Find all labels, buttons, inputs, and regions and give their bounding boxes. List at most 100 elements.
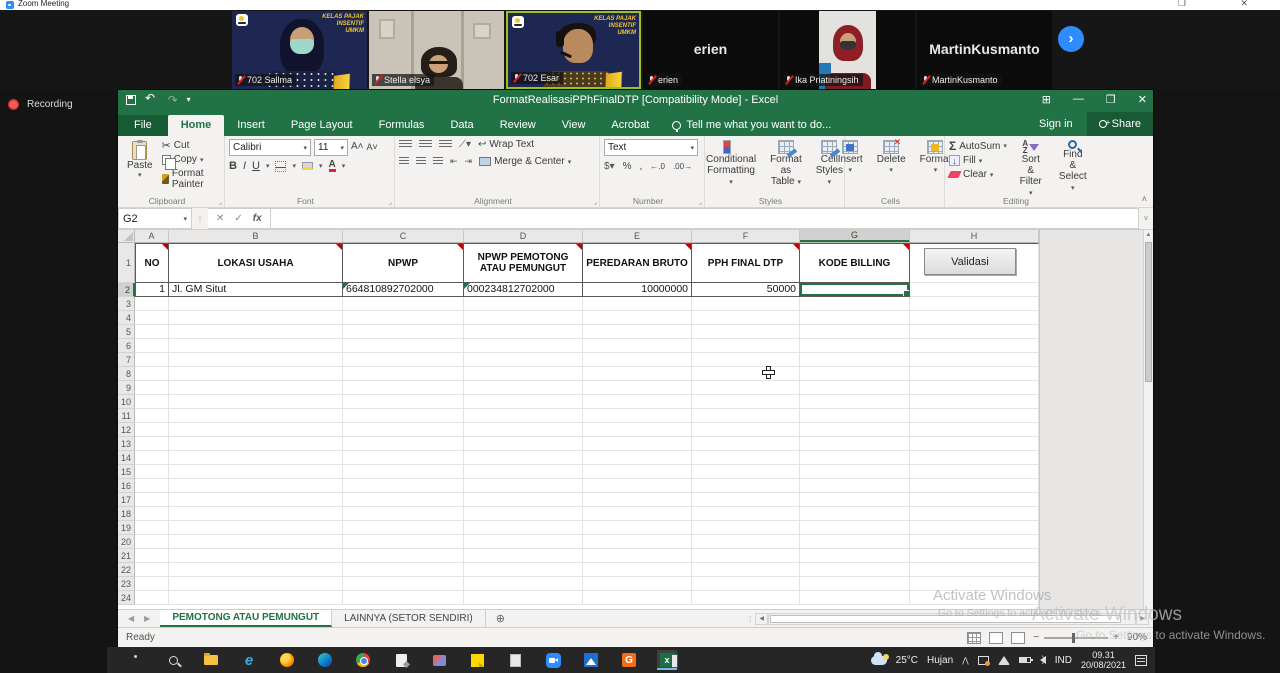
cell-E15[interactable] bbox=[583, 465, 692, 479]
cell-A24[interactable] bbox=[135, 591, 169, 605]
cell-D8[interactable] bbox=[464, 367, 583, 381]
participant-tile[interactable]: MartinKusmantoMartinKusmanto bbox=[917, 11, 1052, 89]
borders-icon[interactable] bbox=[275, 161, 286, 172]
cell-E19[interactable] bbox=[583, 521, 692, 535]
language-indicator[interactable]: IND bbox=[1055, 655, 1072, 666]
cell-G16[interactable] bbox=[800, 479, 910, 493]
cell-F24[interactable] bbox=[692, 591, 800, 605]
cell-E4[interactable] bbox=[583, 311, 692, 325]
format-as-table-button[interactable]: Format asTable ▾ bbox=[766, 139, 806, 189]
edge-icon[interactable] bbox=[315, 650, 335, 670]
align-bottom-icon[interactable] bbox=[439, 140, 452, 149]
firefox-icon[interactable] bbox=[277, 650, 297, 670]
cell-G9[interactable] bbox=[800, 381, 910, 395]
cell-C12[interactable] bbox=[343, 423, 464, 437]
reader-app-icon[interactable] bbox=[505, 650, 525, 670]
cell-G13[interactable] bbox=[800, 437, 910, 451]
participant-tile[interactable]: Ika Priatiningsih bbox=[780, 11, 915, 89]
cell-D5[interactable] bbox=[464, 325, 583, 339]
cell-H17[interactable] bbox=[910, 493, 1039, 507]
cell-F6[interactable] bbox=[692, 339, 800, 353]
ribbon-tab-formulas[interactable]: Formulas bbox=[366, 115, 438, 136]
row-header-2[interactable]: 2 bbox=[118, 283, 135, 297]
cell-A3[interactable] bbox=[135, 297, 169, 311]
zoom-in-icon[interactable]: + bbox=[1113, 632, 1119, 643]
row-header-5[interactable]: 5 bbox=[118, 325, 135, 339]
number-format-combo[interactable]: Text▾ bbox=[604, 139, 698, 156]
conditional-formatting-button[interactable]: ConditionalFormatting ▾ bbox=[702, 139, 760, 189]
cell-B15[interactable] bbox=[169, 465, 343, 479]
new-sheet-icon[interactable]: ⊕ bbox=[486, 610, 515, 627]
font-color-icon[interactable]: A bbox=[329, 160, 336, 172]
cell-D6[interactable] bbox=[464, 339, 583, 353]
column-header-G[interactable]: G bbox=[800, 230, 910, 242]
cell-A21[interactable] bbox=[135, 549, 169, 563]
cell-C13[interactable] bbox=[343, 437, 464, 451]
cell-H3[interactable] bbox=[910, 297, 1039, 311]
cell-F10[interactable] bbox=[692, 395, 800, 409]
cell-C18[interactable] bbox=[343, 507, 464, 521]
zoom-thumb[interactable] bbox=[1072, 633, 1075, 643]
cell-F11[interactable] bbox=[692, 409, 800, 423]
cell-G5[interactable] bbox=[800, 325, 910, 339]
cell-E3[interactable] bbox=[583, 297, 692, 311]
cell-D12[interactable] bbox=[464, 423, 583, 437]
horizontal-scrollbar[interactable]: ⁞ ◀ ▶ bbox=[749, 613, 1149, 625]
cell-H4[interactable] bbox=[910, 311, 1039, 325]
wrap-text-button[interactable]: Wrap Text bbox=[478, 139, 534, 150]
formula-bar-splitter[interactable]: ⁞ bbox=[192, 208, 208, 229]
underline-button[interactable]: U bbox=[252, 160, 260, 172]
cell-B16[interactable] bbox=[169, 479, 343, 493]
row-header-18[interactable]: 18 bbox=[118, 507, 135, 521]
fill-color-icon[interactable] bbox=[302, 162, 313, 170]
cell-H13[interactable] bbox=[910, 437, 1039, 451]
cell-G14[interactable] bbox=[800, 451, 910, 465]
cell-B20[interactable] bbox=[169, 535, 343, 549]
cell-C17[interactable] bbox=[343, 493, 464, 507]
cell-B4[interactable] bbox=[169, 311, 343, 325]
cell-H11[interactable] bbox=[910, 409, 1039, 423]
row-header-7[interactable]: 7 bbox=[118, 353, 135, 367]
row-header-22[interactable]: 22 bbox=[118, 563, 135, 577]
column-header-F[interactable]: F bbox=[692, 230, 800, 242]
cell-E6[interactable] bbox=[583, 339, 692, 353]
formula-input[interactable] bbox=[271, 208, 1139, 229]
volume-icon[interactable] bbox=[1040, 656, 1046, 664]
cell-B1[interactable]: LOKASI USAHA bbox=[169, 243, 343, 283]
cell-A17[interactable] bbox=[135, 493, 169, 507]
row-header-11[interactable]: 11 bbox=[118, 409, 135, 423]
validasi-button[interactable]: Validasi bbox=[924, 248, 1016, 275]
align-left-icon[interactable] bbox=[399, 157, 409, 166]
cell-H9[interactable] bbox=[910, 381, 1039, 395]
cell-E10[interactable] bbox=[583, 395, 692, 409]
ribbon-tab-data[interactable]: Data bbox=[437, 115, 486, 136]
cell-F8[interactable] bbox=[692, 367, 800, 381]
tab-file[interactable]: File bbox=[118, 115, 168, 136]
shrink-font-icon[interactable]: A˅ bbox=[367, 142, 378, 156]
cell-B19[interactable] bbox=[169, 521, 343, 535]
cell-E2[interactable]: 10000000 bbox=[583, 283, 692, 297]
cell-F3[interactable] bbox=[692, 297, 800, 311]
cell-E23[interactable] bbox=[583, 577, 692, 591]
cell-D24[interactable] bbox=[464, 591, 583, 605]
cell-G22[interactable] bbox=[800, 563, 910, 577]
cell-H16[interactable] bbox=[910, 479, 1039, 493]
g-app-icon[interactable]: G bbox=[619, 650, 639, 670]
ribbon-tab-home[interactable]: Home bbox=[168, 115, 225, 136]
cell-E16[interactable] bbox=[583, 479, 692, 493]
cell-C7[interactable] bbox=[343, 353, 464, 367]
vertical-scroll-thumb[interactable] bbox=[1145, 242, 1152, 382]
cell-E1[interactable]: PEREDARAN BRUTO bbox=[583, 243, 692, 283]
zoom-window-controls[interactable]: ❐ ✕ bbox=[1178, 0, 1274, 9]
scroll-up-icon[interactable]: ▲ bbox=[1144, 230, 1153, 240]
cell-B21[interactable] bbox=[169, 549, 343, 563]
cell-A11[interactable] bbox=[135, 409, 169, 423]
cell-H22[interactable] bbox=[910, 563, 1039, 577]
weather-temp[interactable]: 25°C bbox=[896, 655, 918, 666]
column-header-H[interactable]: H bbox=[910, 230, 1039, 242]
merge-center-button[interactable]: Merge & Center▾ bbox=[479, 156, 571, 167]
cell-A23[interactable] bbox=[135, 577, 169, 591]
cell-G7[interactable] bbox=[800, 353, 910, 367]
cell-E18[interactable] bbox=[583, 507, 692, 521]
clipboard-dialog-launcher-icon[interactable]: ⌟ bbox=[219, 198, 222, 206]
